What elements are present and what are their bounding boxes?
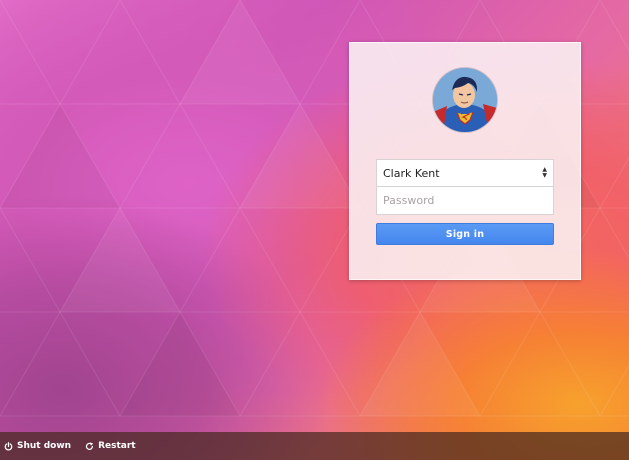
selected-user: Clark Kent (383, 166, 440, 180)
restart-icon (85, 441, 94, 451)
bottom-bar: Shut down Restart (0, 432, 629, 460)
shut-down-label: Shut down (17, 441, 72, 451)
restart-button[interactable]: Restart (85, 441, 136, 451)
power-icon (4, 441, 13, 451)
password-input[interactable] (376, 187, 554, 215)
restart-label: Restart (98, 441, 136, 451)
shut-down-button[interactable]: Shut down (4, 441, 71, 451)
chevron-up-down-icon: ▲ ▼ (542, 166, 547, 179)
user-select[interactable]: Clark Kent ▲ ▼ (376, 159, 554, 187)
superman-avatar (433, 68, 497, 132)
login-card: Clark Kent ▲ ▼ Sign in (349, 42, 581, 280)
sign-in-button[interactable]: Sign in (376, 223, 554, 245)
